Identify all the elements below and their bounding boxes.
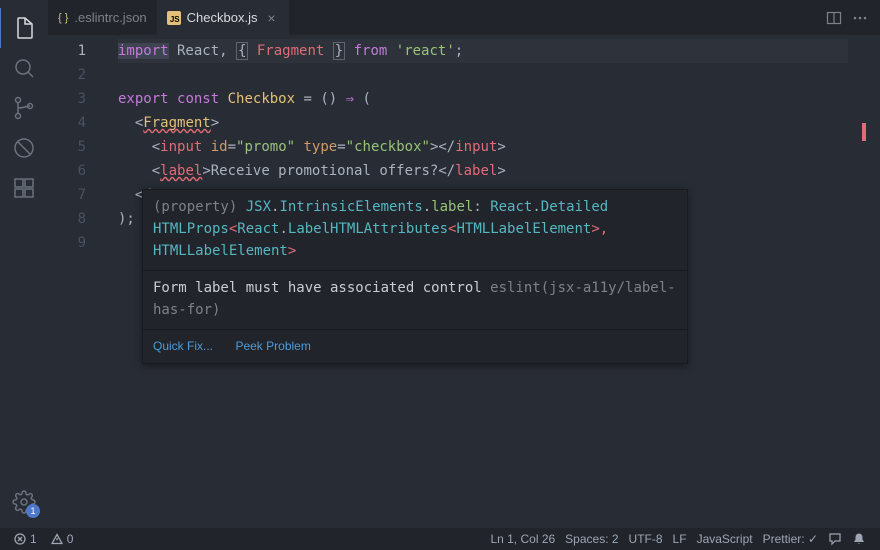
line-gutter: 1 2 3 4 5 6 7 8 9 <box>48 35 100 528</box>
line-number: 1 <box>48 39 86 63</box>
status-errors[interactable]: 1 <box>10 532 41 546</box>
js-file-icon: JS <box>167 11 181 25</box>
more-icon[interactable] <box>852 10 868 26</box>
code-line: <input id="promo" type="checkbox"></inpu… <box>118 135 848 159</box>
status-warnings[interactable]: 0 <box>47 532 78 546</box>
status-language[interactable]: JavaScript <box>693 532 757 546</box>
debug-disabled-icon[interactable] <box>0 128 48 168</box>
tab-label: Checkbox.js <box>187 10 258 25</box>
tab-bar: { } .eslintrc.json JS Checkbox.js × <box>48 0 880 35</box>
code-line: <Fragment> <box>118 111 848 135</box>
scrollbar[interactable] <box>866 35 880 528</box>
line-number: 4 <box>48 111 86 135</box>
code-area[interactable]: import React, { Fragment } from 'react';… <box>100 35 848 528</box>
hover-tooltip: (property) JSX.IntrinsicElements.label: … <box>142 189 688 364</box>
line-number: 2 <box>48 63 86 87</box>
status-eol[interactable]: LF <box>669 532 691 546</box>
status-bar: 1 0 Ln 1, Col 26 Spaces: 2 UTF-8 LF Java… <box>0 528 880 550</box>
activity-bar: 1 <box>0 0 48 528</box>
line-number: 9 <box>48 231 86 255</box>
status-encoding[interactable]: UTF-8 <box>625 532 667 546</box>
tab-label: .eslintrc.json <box>74 10 146 25</box>
code-line: export const Checkbox = () ⇒ ( <box>118 87 848 111</box>
hover-actions: Quick Fix... Peek Problem <box>143 329 687 363</box>
code-line: import React, { Fragment } from 'react'; <box>118 39 848 63</box>
quick-fix-link[interactable]: Quick Fix... <box>153 339 213 353</box>
minimap-error-marker[interactable] <box>862 123 866 141</box>
hover-lint-message: Form label must have associated control … <box>143 270 687 329</box>
status-bell-icon[interactable] <box>848 532 870 546</box>
tab-eslintrc[interactable]: { } .eslintrc.json <box>48 0 157 35</box>
status-cursor-position[interactable]: Ln 1, Col 26 <box>486 532 559 546</box>
line-number: 3 <box>48 87 86 111</box>
explorer-icon[interactable] <box>0 8 47 48</box>
search-icon[interactable] <box>0 48 48 88</box>
close-icon[interactable]: × <box>263 10 279 26</box>
extensions-icon[interactable] <box>0 168 48 208</box>
editor[interactable]: 1 2 3 4 5 6 7 8 9 import React, { Fragme… <box>48 35 880 528</box>
source-control-icon[interactable] <box>0 88 48 128</box>
settings-badge: 1 <box>26 504 40 518</box>
status-prettier[interactable]: Prettier: ✓ <box>759 532 822 546</box>
line-number: 5 <box>48 135 86 159</box>
status-feedback-icon[interactable] <box>824 532 846 546</box>
line-number: 8 <box>48 207 86 231</box>
code-line: <label>Receive promotional offers?</labe… <box>118 159 848 183</box>
status-indentation[interactable]: Spaces: 2 <box>561 532 622 546</box>
line-number: 6 <box>48 159 86 183</box>
settings-gear-icon[interactable]: 1 <box>0 482 48 522</box>
minimap[interactable] <box>848 35 866 528</box>
line-number: 7 <box>48 183 86 207</box>
code-line <box>118 63 848 87</box>
split-editor-icon[interactable] <box>826 10 842 26</box>
hover-signature: (property) JSX.IntrinsicElements.label: … <box>143 190 687 270</box>
peek-problem-link[interactable]: Peek Problem <box>235 339 310 353</box>
tab-checkbox-js[interactable]: JS Checkbox.js × <box>157 0 290 35</box>
json-file-icon: { } <box>58 12 68 24</box>
